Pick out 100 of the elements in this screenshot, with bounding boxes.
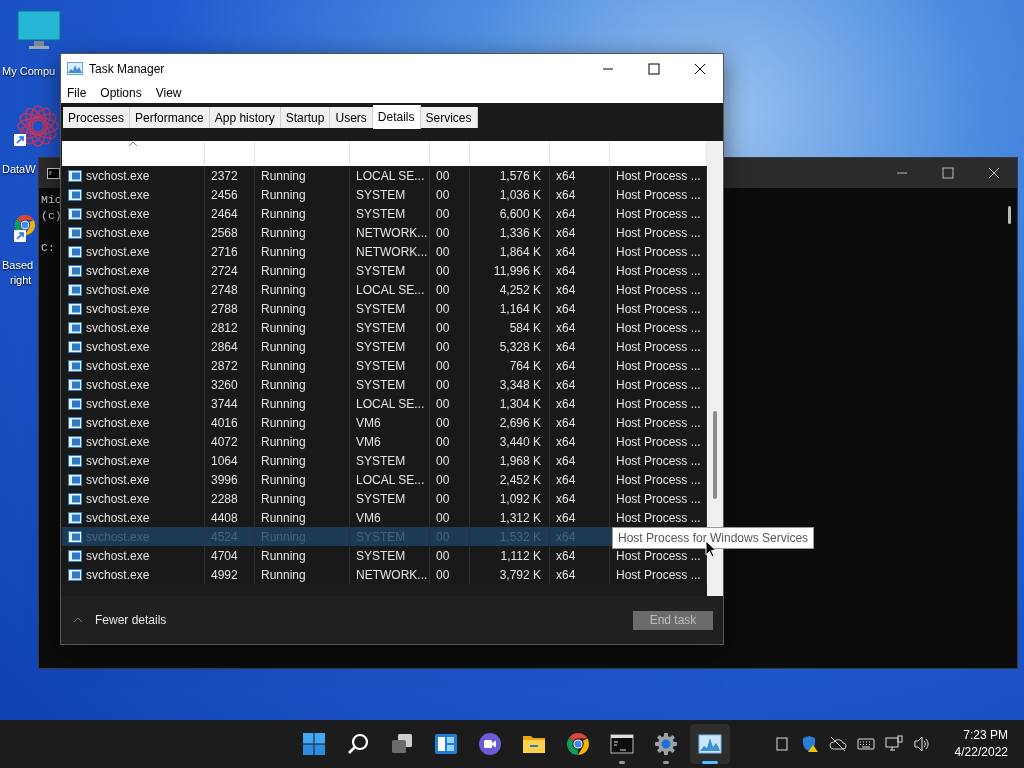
table-cell: 00: [436, 567, 450, 582]
table-cell: svchost.exe: [86, 377, 150, 392]
clock-time[interactable]: 7:23 PM: [963, 727, 1008, 744]
table-cell: x64: [556, 168, 576, 183]
menu-item[interactable]: View: [155, 86, 182, 100]
menu-item[interactable]: File: [67, 86, 87, 100]
terminal-icon: [610, 732, 634, 756]
keyboard-icon[interactable]: [856, 735, 875, 753]
tab[interactable]: Details: [372, 105, 421, 129]
table-cell: x64: [556, 282, 576, 297]
scrollbar-thumb[interactable]: [1008, 206, 1011, 224]
shield-warning-icon[interactable]: [800, 735, 819, 753]
fewer-details-toggle[interactable]: Fewer details: [73, 613, 167, 627]
table-cell: Running: [261, 320, 306, 335]
console-tab-icon: [47, 167, 60, 179]
table-cell: Host Process ...: [616, 282, 701, 297]
table-cell: SYSTEM: [356, 301, 406, 316]
window-title: Task Manager: [89, 61, 165, 76]
network-icon[interactable]: [884, 735, 903, 753]
tab[interactable]: Performance: [130, 107, 210, 128]
table-cell: Running: [261, 567, 306, 582]
table-cell: 00: [436, 358, 450, 373]
table-cell: 2788: [211, 301, 238, 316]
table-cell: svchost.exe: [86, 491, 150, 506]
table-cell: 00: [436, 263, 450, 278]
table-cell: NETWORK...: [356, 567, 428, 582]
table-cell: 3,348 K: [499, 377, 541, 392]
clock-date[interactable]: 4/22/2022: [954, 744, 1008, 761]
table-cell: 1,864 K: [499, 244, 541, 259]
app-window-icon: [68, 169, 82, 182]
desktop-icon-label[interactable]: Based: [2, 258, 34, 273]
table-cell: SYSTEM: [356, 320, 406, 335]
table-cell: x64: [556, 567, 576, 582]
tab[interactable]: Services: [420, 107, 478, 128]
app-window-icon: [68, 245, 82, 258]
flower-pattern-icon: [16, 104, 60, 148]
table-cell: 00: [436, 510, 450, 525]
console-text: C:: [41, 240, 56, 256]
table-cell: svchost.exe: [86, 453, 150, 468]
table-cell: Running: [261, 206, 306, 221]
table-cell: x64: [556, 491, 576, 506]
app-window-icon: [68, 359, 82, 372]
volume-icon[interactable]: [912, 735, 931, 753]
console-text: (c): [41, 208, 62, 224]
table-cell: Host Process ...: [616, 187, 701, 202]
table-cell: svchost.exe: [86, 339, 150, 354]
table-cell: LOCAL SE...: [356, 472, 425, 487]
sort-caret-icon[interactable]: [128, 141, 138, 147]
table-cell: x64: [556, 187, 576, 202]
table-cell: 2872: [211, 358, 238, 373]
table-cell: NETWORK...: [356, 225, 428, 240]
table-cell: 00: [436, 206, 450, 221]
table-cell: Running: [261, 282, 306, 297]
table-cell: 00: [436, 244, 450, 259]
desktop-icon-label[interactable]: My Compu: [2, 64, 56, 79]
tab[interactable]: Startup: [280, 107, 331, 128]
table-cell: 1,164 K: [499, 301, 541, 316]
scrollbar-thumb[interactable]: [713, 411, 717, 499]
table-cell: svchost.exe: [86, 320, 150, 335]
table-cell: svchost.exe: [86, 301, 150, 316]
table-cell: Running: [261, 453, 306, 468]
table-cell: svchost.exe: [86, 187, 150, 202]
table-cell: 00: [436, 377, 450, 392]
table-cell: x64: [556, 358, 576, 373]
tab[interactable]: Users: [330, 107, 373, 128]
app-window-icon: [68, 416, 82, 429]
taskbar-app-button[interactable]: [690, 724, 730, 764]
table-cell: 00: [436, 548, 450, 563]
table-cell: Host Process ...: [616, 206, 701, 221]
table-cell: Host Process ...: [616, 244, 701, 259]
table-cell: 1,312 K: [499, 510, 541, 525]
table-cell: LOCAL SE...: [356, 282, 425, 297]
table-cell: 3,792 K: [499, 567, 541, 582]
table-cell: svchost.exe: [86, 567, 150, 582]
app-window-icon: [68, 492, 82, 505]
menu-item[interactable]: Options: [100, 86, 142, 100]
table-cell: 1,968 K: [499, 453, 541, 468]
running-indicator: [619, 761, 625, 764]
app-window-icon: [68, 188, 82, 201]
app-window-icon: [68, 264, 82, 277]
table-cell: Host Process ...: [616, 415, 701, 430]
cloud-offline-icon[interactable]: [828, 735, 847, 753]
table-cell: Host Process ...: [616, 225, 701, 240]
table-cell: 2,696 K: [499, 415, 541, 430]
desktop-icon-label[interactable]: DataW: [2, 162, 36, 177]
table-cell: svchost.exe: [86, 225, 150, 240]
table-cell: 00: [436, 434, 450, 449]
table-cell: 00: [436, 491, 450, 506]
table-cell: Running: [261, 491, 306, 506]
tab[interactable]: App history: [209, 107, 281, 128]
desktop-icon-label[interactable]: right: [10, 273, 32, 288]
tab[interactable]: Processes: [63, 107, 131, 128]
table-cell: 3996: [211, 472, 238, 487]
table-cell: x64: [556, 301, 576, 316]
table-cell: NETWORK...: [356, 244, 428, 259]
table-cell: Host Process ...: [616, 358, 701, 373]
table-cell: Host Process ...: [616, 453, 701, 468]
table-cell: Running: [261, 225, 306, 240]
table-cell: x64: [556, 415, 576, 430]
table-cell: LOCAL SE...: [356, 168, 425, 183]
